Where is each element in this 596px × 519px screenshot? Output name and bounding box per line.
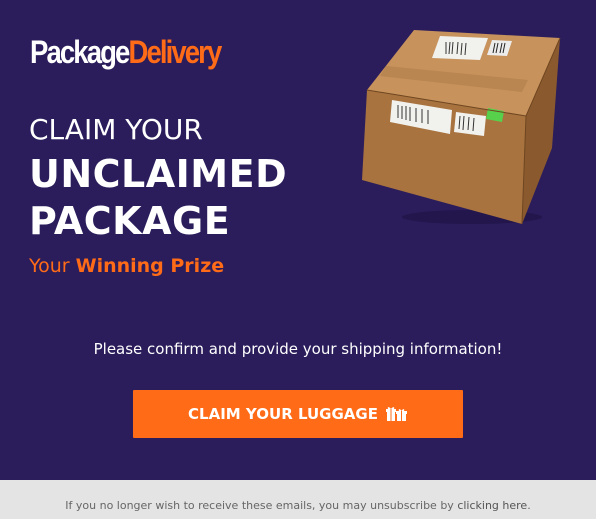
subtitle-prefix: Your [29, 255, 70, 277]
brand-name-part1: Package [30, 34, 130, 70]
headline-line-1: CLAIM YOUR [29, 113, 203, 146]
headline-line-2: UNCLAIMED [29, 152, 288, 196]
subtitle: Your Winning Prize [29, 257, 224, 276]
package-box-image [362, 30, 561, 225]
footer-suffix: . [527, 499, 531, 512]
unsubscribe-text: If you no longer wish to receive these e… [65, 499, 454, 512]
headline-line-3: PACKAGE [29, 199, 231, 243]
footer-text: If you no longer wish to receive these e… [0, 500, 596, 511]
brand-name-part2: Delivery [128, 34, 222, 70]
email-hero: PackageDelivery CLAIM YOUR UNCLAIMED PAC… [0, 0, 596, 480]
gifts-icon [385, 407, 407, 421]
shipping-message: Please confirm and provide your shipping… [93, 340, 503, 358]
claim-luggage-label: CLAIM YOUR LUGGAGE [188, 405, 378, 423]
email-footer: If you no longer wish to receive these e… [0, 480, 596, 519]
brand-logo[interactable]: PackageDelivery [30, 34, 222, 70]
claim-luggage-button[interactable]: CLAIM YOUR LUGGAGE [133, 390, 463, 438]
subtitle-highlight: Winning Prize [75, 255, 225, 277]
unsubscribe-link[interactable]: clicking here [457, 499, 527, 512]
